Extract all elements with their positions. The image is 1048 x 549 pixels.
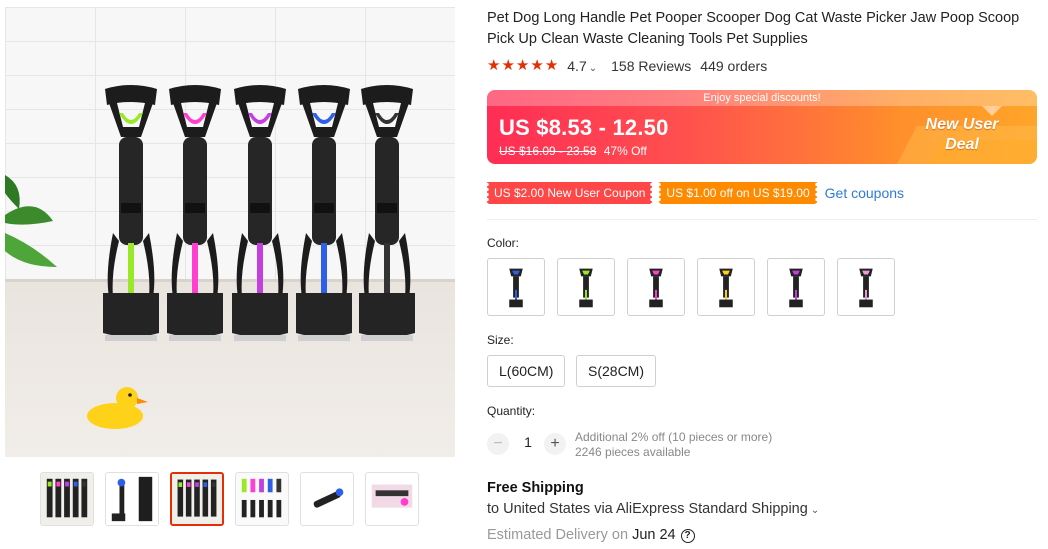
deal-line-1: New User [925,116,999,133]
thumbnail-strip [40,472,420,526]
reviews-link[interactable]: 158 Reviews [611,58,691,74]
chevron-down-icon: ⌄ [588,63,598,74]
star-icon: ★ [487,57,501,74]
coupon-row: US $2.00 New User Coupon US $1.00 off on… [484,182,904,204]
product-thumbnail[interactable] [365,472,419,526]
product-title: Pet Dog Long Handle Pet Pooper Scooper D… [487,10,1020,47]
get-coupons-link[interactable]: Get coupons [825,185,904,201]
rating-number: 4.7 [567,58,587,74]
current-price: US $8.53 - 12.50 [499,115,669,140]
product-page: Pet Dog Long Handle Pet Pooper Scooper D… [0,0,1048,549]
stock-available: 2246 pieces available [575,445,691,459]
discount-percent: 47% Off [603,144,647,158]
pooper-scooper-4 [292,83,356,347]
pooper-scooper-3 [228,83,292,347]
orders-count: 449 orders [700,58,768,74]
color-option-yellow[interactable] [697,258,755,316]
rating-value[interactable]: 4.7 ⌄ [567,58,597,74]
color-option-blue[interactable] [487,258,545,316]
quantity-decrease-button[interactable]: − [487,433,509,455]
bulk-discount-note: Additional 2% off (10 pieces or more) [575,430,773,444]
pooper-scooper-1 [99,83,163,347]
product-thumbnail[interactable] [170,472,224,526]
color-option-green[interactable] [557,258,615,316]
shipping-destination: to United States via AliExpress Standard… [487,501,808,517]
estimated-delivery: Estimated Delivery on Jun 24? [487,527,695,543]
shipping-method-selector[interactable]: to United States via AliExpress Standard… [487,501,819,517]
original-price-row: US $16.09 - 23.58 47% Off [499,144,647,158]
product-thumbnail[interactable] [300,472,354,526]
star-icon: ★ [544,57,559,74]
color-option-light-pink[interactable] [837,258,895,316]
discount-banner-text: Enjoy special discounts! [487,90,1037,106]
store-coupon[interactable]: US $1.00 off on US $19.00 [657,182,819,204]
star-icon: ★ [515,57,530,74]
price-banner: Enjoy special discounts! US $8.53 - 12.5… [487,90,1037,164]
main-product-image[interactable] [5,7,455,457]
pooper-scooper-5 [355,83,419,347]
color-option-pink[interactable] [627,258,685,316]
pooper-scooper-2 [163,83,227,347]
chevron-down-icon: ⌄ [810,505,820,516]
quantity-note: Additional 2% off (10 pieces or more) 22… [575,430,772,460]
original-price: US $16.09 - 23.58 [499,144,597,158]
help-icon[interactable]: ? [680,529,695,543]
new-user-coupon[interactable]: US $2.00 New User Coupon [484,182,655,204]
plant-decoration [5,175,57,267]
size-option-s[interactable]: S(28CM) [576,355,657,387]
product-thumbnail[interactable] [235,472,289,526]
rating-row: ★ ★ ★ ★ ★ 4.7 ⌄ 158 Reviews 449 orders [487,57,767,75]
size-option-l[interactable]: L(60CM) [487,355,566,387]
shipping-title: Free Shipping [487,480,584,496]
rubber-duck [87,387,148,429]
quantity-value[interactable]: 1 [519,434,537,450]
quantity-label: Quantity: [487,404,536,418]
quantity-increase-button[interactable]: + [544,433,566,455]
new-user-deal-badge: New User Deal [907,115,1017,155]
star-icon: ★ [530,57,544,74]
size-label: Size: [487,333,514,347]
star-rating: ★ ★ ★ ★ ★ [487,58,558,74]
color-label: Color: [487,236,520,250]
color-option-purple[interactable] [767,258,825,316]
product-thumbnail[interactable] [105,472,159,526]
divider [487,219,1037,220]
estimated-delivery-label: Estimated Delivery on [487,527,629,543]
estimated-delivery-date: Jun 24 [632,527,676,543]
star-icon: ★ [501,57,515,74]
product-thumbnail[interactable] [40,472,94,526]
deal-line-2: Deal [945,136,979,153]
